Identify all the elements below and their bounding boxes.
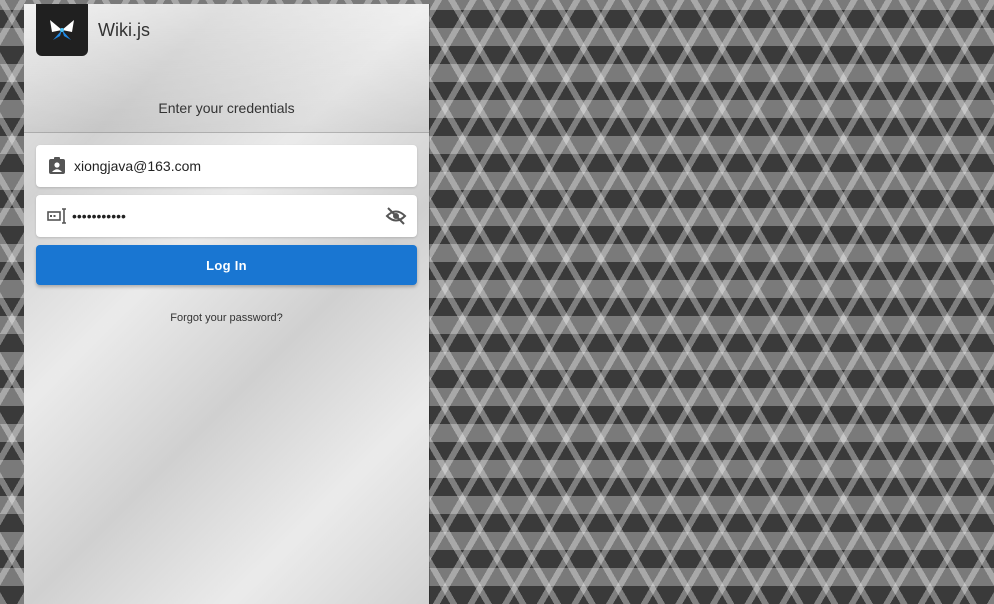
wikijs-logo-icon — [50, 20, 74, 40]
login-button[interactable]: Log In — [36, 245, 417, 285]
login-header: Wiki.js Enter your credentials — [24, 4, 429, 133]
email-input[interactable] — [72, 157, 417, 175]
password-field[interactable]: ••••••••••• — [36, 195, 417, 237]
login-panel: Wiki.js Enter your credentials •••••••••… — [24, 4, 429, 604]
eye-off-icon[interactable] — [385, 205, 407, 227]
form-textbox-password-icon — [46, 205, 68, 227]
login-subtitle: Enter your credentials — [158, 100, 295, 116]
app-logo — [36, 4, 88, 56]
account-box-icon — [46, 155, 68, 177]
email-field[interactable] — [36, 145, 417, 187]
app-title: Wiki.js — [98, 20, 150, 40]
forgot-password-link[interactable]: Forgot your password? — [24, 312, 429, 324]
password-input[interactable]: ••••••••••• — [72, 208, 385, 224]
